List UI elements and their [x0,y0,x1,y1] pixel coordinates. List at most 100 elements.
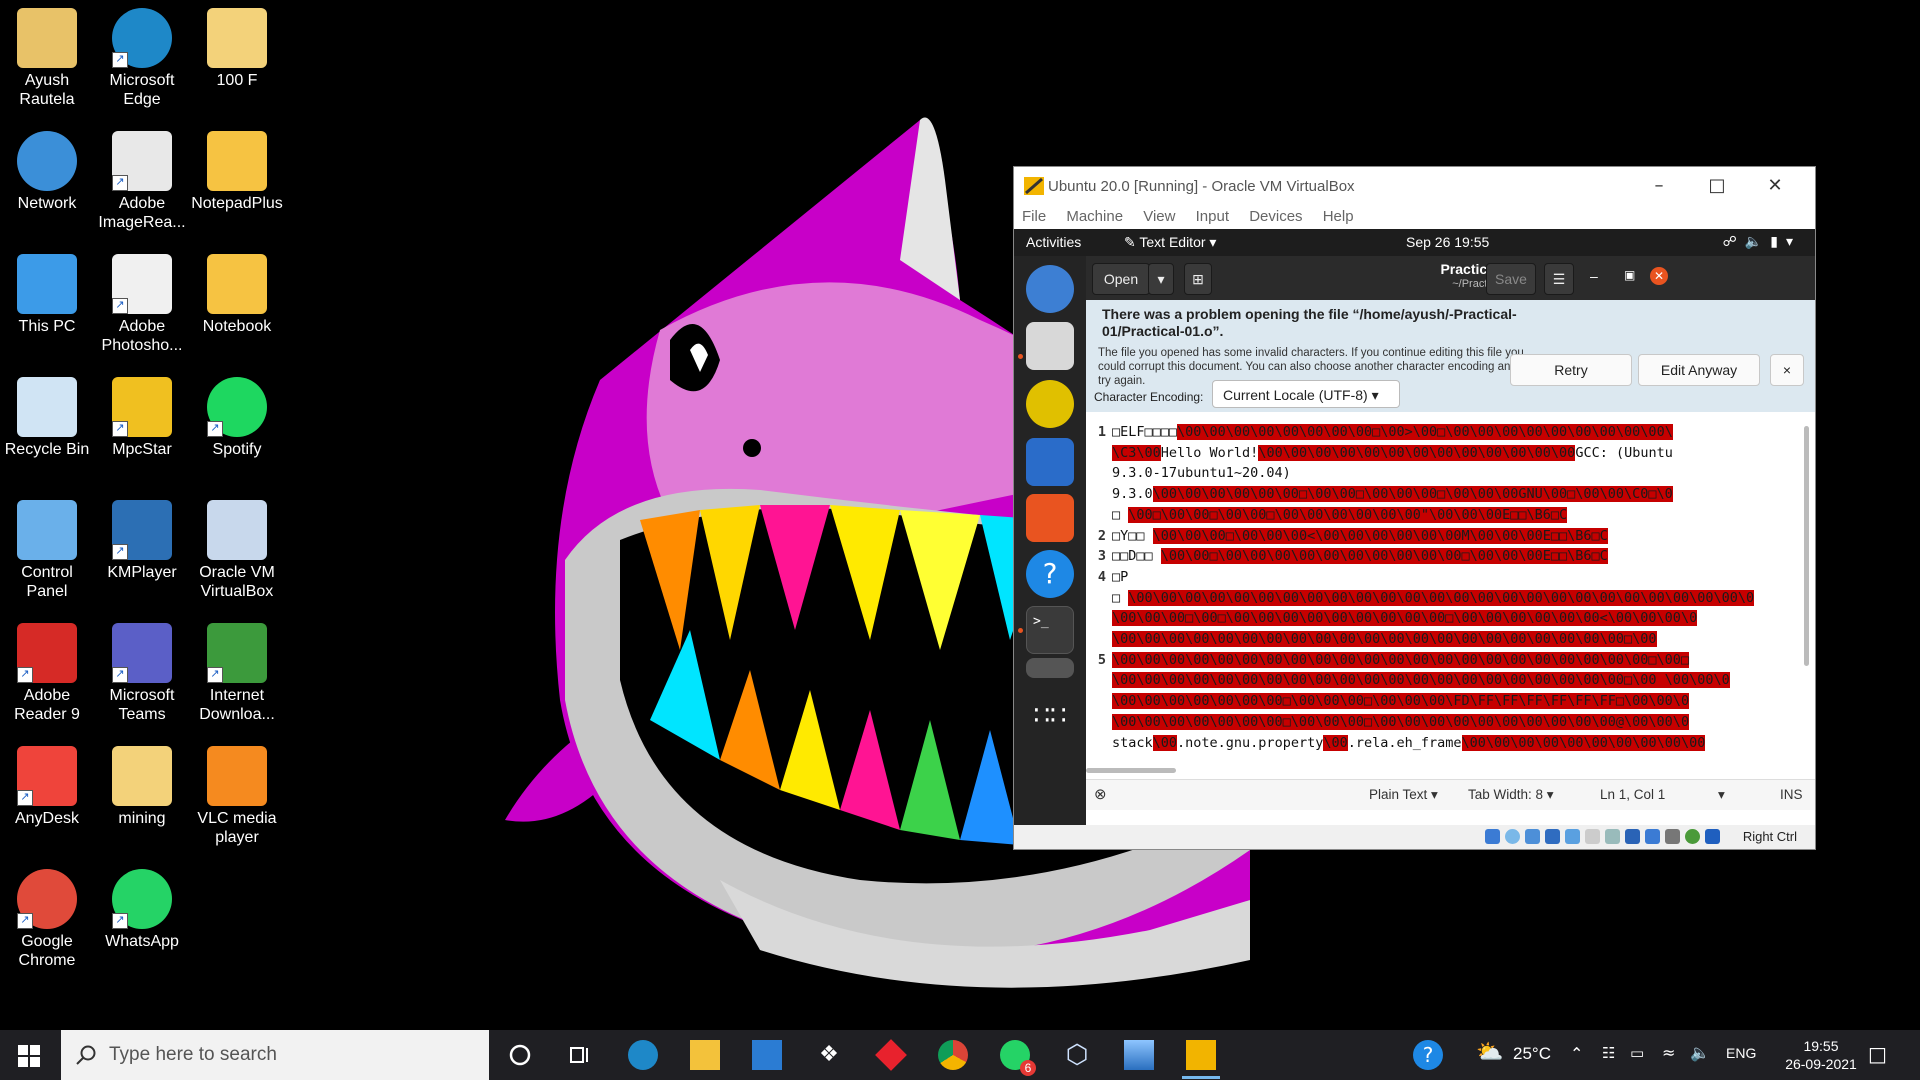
infobar-close-button[interactable]: × [1770,354,1804,386]
topbar-clock[interactable]: Sep 26 19:55 [1406,234,1489,250]
menu-file[interactable]: File [1014,205,1054,225]
virtualbox-window[interactable]: Ubuntu 20.0 [Running] - Oracle VM Virtua… [1013,166,1816,850]
help-icon[interactable]: ? [1026,550,1074,598]
desktop-icon[interactable]: 100 F [191,4,283,90]
ubuntu-guest-screen[interactable]: Activities ✎ Text Editor ▾ Sep 26 19:55 … [1014,229,1815,825]
dropbox-icon[interactable]: ❖ [814,1040,844,1070]
menu-input[interactable]: Input [1188,205,1237,225]
rhythmbox-icon[interactable] [1026,380,1074,428]
cpu-icon[interactable] [1645,829,1660,844]
retry-button[interactable]: Retry [1510,354,1632,386]
removable-drive-icon[interactable] [1026,658,1074,678]
desktop-icon[interactable]: ↗ Google Chrome [1,865,93,970]
desktop-icon[interactable]: Control Panel [1,496,93,601]
new-tab-button[interactable]: ⊞ [1184,263,1212,295]
optical-drive-icon[interactable] [1505,829,1520,844]
files-icon[interactable] [1026,322,1074,370]
desktop-icon[interactable]: ↗ Spotify [191,373,283,459]
file-explorer-icon[interactable] [690,1040,720,1070]
mail-icon[interactable] [752,1040,782,1070]
language-selector[interactable]: Plain Text ▾ [1369,787,1438,803]
edge-taskbar-icon[interactable] [628,1040,658,1070]
hard-disk-icon[interactable] [1485,829,1500,844]
anydesk-taskbar-icon[interactable] [875,1039,907,1071]
menu-machine[interactable]: Machine [1058,205,1131,225]
weather-temperature[interactable]: 25°C [1513,1044,1551,1064]
wifi-icon[interactable]: ≈ [1662,1043,1675,1062]
weather-icon[interactable]: ⛅ [1476,1040,1503,1065]
taskbar-search-box[interactable]: Type here to search [61,1030,489,1080]
desktop-icon[interactable]: Ayush Rautela [1,4,93,109]
desktop-icon[interactable]: NotepadPlus [191,127,283,213]
virtualbox-vm-taskbar-icon[interactable] [1186,1040,1216,1070]
desktop-icon[interactable]: Oracle VM VirtualBox [191,496,283,601]
vt-x-icon[interactable] [1665,829,1680,844]
status-dismiss-icon[interactable]: ⊗ [1094,785,1107,803]
thunderbird-icon[interactable] [1026,265,1074,313]
tab-width-selector[interactable]: Tab Width: 8 ▾ [1468,787,1554,803]
photos-icon[interactable] [1124,1040,1154,1070]
desktop-icon[interactable]: ↗ Adobe Photosho... [96,250,188,355]
desktop-icon[interactable]: mining [96,742,188,828]
usb-icon[interactable] [1565,829,1580,844]
volume-icon[interactable]: 🔈 [1690,1043,1710,1062]
desktop-icon[interactable]: Notebook [191,250,283,336]
desktop-icon[interactable]: ↗ Internet Downloa... [191,619,283,724]
minimize-button[interactable]: – [1630,167,1688,205]
virtualbox-cube-icon[interactable]: ⬡ [1062,1040,1092,1070]
vertical-scrollbar[interactable] [1804,426,1809,666]
help-taskbar-icon[interactable]: ? [1413,1040,1443,1070]
libreoffice-writer-icon[interactable] [1026,438,1074,486]
task-view-icon[interactable] [565,1040,595,1070]
audio-icon[interactable] [1525,829,1540,844]
desktop-icon[interactable]: This PC [1,250,93,336]
encoding-select[interactable]: Current Locale (UTF-8) ▾ [1212,380,1400,408]
cursor-position[interactable]: Ln 1, Col 1 [1600,787,1665,802]
desktop-icon[interactable]: ↗ KMPlayer [96,496,188,582]
language-indicator[interactable]: ENG [1726,1045,1756,1061]
network-adapter-icon[interactable] [1545,829,1560,844]
shared-folders-icon[interactable] [1585,829,1600,844]
close-button[interactable]: ✕ [1746,167,1804,205]
activities-button[interactable]: Activities [1026,234,1081,250]
show-apps-icon[interactable]: ∷∷ [1026,692,1074,740]
desktop-icon[interactable]: ↗ Microsoft Edge [96,4,188,109]
restore-icon[interactable]: ▣ [1624,268,1635,282]
desktop-icon[interactable]: ↗ Adobe ImageRea... [96,127,188,232]
terminal-icon[interactable]: >_ [1026,606,1074,654]
app-menu-button[interactable]: ✎ Text Editor ▾ [1124,234,1216,251]
close-icon[interactable]: ✕ [1650,267,1668,285]
desktop-icon[interactable]: Recycle Bin [1,373,93,459]
notifications-icon[interactable]: □ [1868,1042,1887,1066]
maximize-button[interactable]: □ [1688,167,1746,205]
desktop-icon[interactable]: ↗ AnyDesk [1,742,93,828]
menu-devices[interactable]: Devices [1241,205,1310,225]
save-button[interactable]: Save [1486,263,1536,295]
text-editor-area[interactable]: 1 □ELF□□□□\00\00\00\00\00\00\00\00□\00>\0… [1086,420,1815,756]
display-icon[interactable] [1605,829,1620,844]
edit-anyway-button[interactable]: Edit Anyway [1638,354,1760,386]
desktop-icon[interactable]: ↗ Adobe Reader 9 [1,619,93,724]
desktop-icon[interactable]: ↗ MpcStar [96,373,188,459]
system-tray-menu[interactable]: ☍🔈▮▾ [1723,233,1801,250]
hamburger-menu-button[interactable]: ☰ [1544,263,1574,295]
software-center-icon[interactable] [1026,494,1074,542]
menu-view[interactable]: View [1135,205,1183,225]
open-button[interactable]: Open [1092,263,1150,295]
chrome-taskbar-icon[interactable] [938,1040,968,1070]
whatsapp-taskbar-icon[interactable]: 6 [1000,1040,1036,1076]
desktop-icon[interactable]: Network [1,127,93,213]
window-titlebar[interactable]: Ubuntu 20.0 [Running] - Oracle VM Virtua… [1014,167,1815,205]
start-button-icon[interactable] [18,1045,40,1067]
gedit-window[interactable]: Open ▾ ⊞ Practical-01.o ~/Practical-01 S… [1086,256,1815,825]
tray-device-icon[interactable]: ☷ [1602,1044,1615,1062]
taskbar-clock[interactable]: 19:55 26-09-2021 [1781,1037,1861,1073]
keyboard-capture-icon[interactable] [1705,829,1720,844]
open-dropdown-button[interactable]: ▾ [1148,263,1174,295]
menu-help[interactable]: Help [1315,205,1362,225]
horizontal-scrollbar[interactable] [1086,768,1176,773]
minimize-icon[interactable]: – [1590,268,1598,284]
desktop-icon[interactable]: VLC media player [191,742,283,847]
position-dropdown-icon[interactable]: ▾ [1718,787,1725,803]
battery-icon[interactable]: ▭ [1630,1044,1644,1062]
